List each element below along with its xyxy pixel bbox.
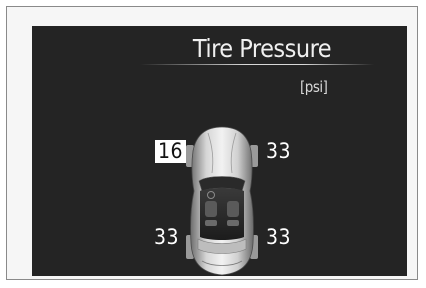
tire-pressure-display: Tire Pressure [psi] 16 33 33 33	[32, 26, 407, 276]
title-underline	[140, 64, 374, 65]
car-top-view-icon	[186, 126, 258, 276]
rear-left-pressure: 33	[154, 225, 180, 249]
front-right-pressure: 33	[266, 139, 292, 163]
unit-label: [psi]	[300, 78, 328, 96]
figure-frame: Tire Pressure [psi] 16 33 33 33	[6, 6, 418, 280]
page-title: Tire Pressure	[192, 34, 332, 63]
rear-right-pressure: 33	[266, 225, 292, 249]
